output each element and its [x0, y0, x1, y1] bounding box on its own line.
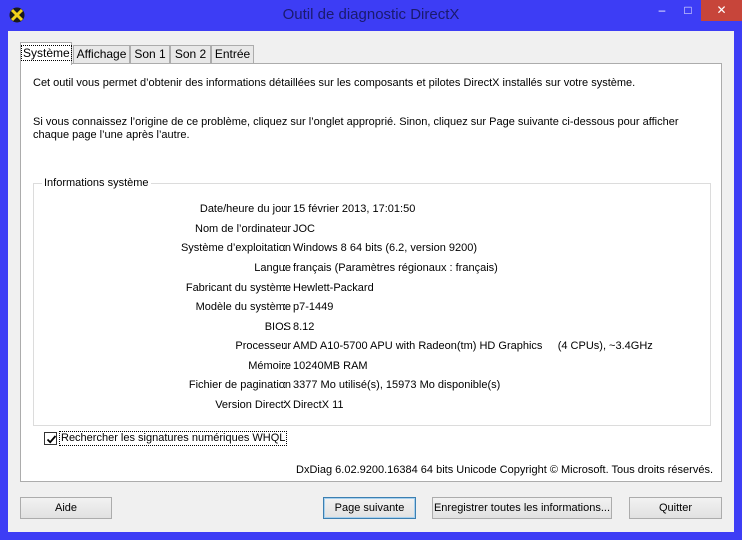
- tab-label: Système: [21, 45, 72, 61]
- info-colon: :: [283, 223, 287, 235]
- instructions-text: Si vous connaissez l’origine de ce probl…: [33, 116, 679, 141]
- tab-label: Son 2: [174, 47, 207, 61]
- client-area: Système Affichage Son 1 Son 2 Entrée Cet…: [8, 31, 734, 532]
- info-value: 8.12: [293, 321, 315, 333]
- info-value: français (Paramètres régionaux : françai…: [293, 262, 498, 274]
- next-page-button[interactable]: Page suivante: [323, 497, 416, 519]
- info-colon: :: [283, 340, 287, 352]
- save-all-info-button[interactable]: Enregistrer toutes les informations...: [432, 497, 612, 519]
- info-row-bios: BIOS : 8.12: [34, 321, 710, 335]
- tab-label: Entrée: [214, 47, 251, 61]
- help-button[interactable]: Aide: [20, 497, 112, 519]
- info-value: Hewlett-Packard: [293, 282, 374, 294]
- tab-systeme[interactable]: Système: [20, 42, 72, 65]
- minimize-button[interactable]: –: [649, 0, 675, 21]
- info-label: Nom de l’ordinateur: [195, 223, 291, 235]
- window-title: Outil de diagnostic DirectX: [282, 6, 460, 23]
- group-title: Informations système: [42, 177, 151, 189]
- info-label: Fichier de pagination: [188, 379, 291, 391]
- info-value: 10240MB RAM: [293, 360, 368, 372]
- tab-son-1[interactable]: Son 1: [130, 45, 170, 64]
- tab-son-2[interactable]: Son 2: [170, 45, 211, 64]
- minimize-icon: –: [658, 3, 666, 17]
- copyright-text: DxDiag 6.02.9200.16384 64 bits Unicode C…: [296, 464, 713, 476]
- info-colon: :: [283, 242, 287, 254]
- tab-label: Son 1: [134, 47, 166, 61]
- info-label: Version DirectX: [215, 399, 291, 411]
- maximize-icon: □: [684, 3, 692, 17]
- info-label: BIOS: [264, 321, 291, 333]
- tab-affichage[interactable]: Affichage: [73, 45, 130, 64]
- checkmark-icon: [46, 435, 57, 444]
- tab-label: Affichage: [76, 47, 127, 61]
- info-value: 3377 Mo utilisé(s), 15973 Mo disponible(…: [293, 379, 501, 391]
- info-value: DirectX 11: [293, 399, 344, 411]
- info-value: 15 février 2013, 17:01:50: [293, 203, 416, 215]
- tab-entree[interactable]: Entrée: [211, 45, 254, 64]
- info-row-model: Modèle du système : p7-1449: [34, 301, 710, 315]
- maximize-button[interactable]: □: [675, 0, 701, 21]
- info-row-directx: Version DirectX : DirectX 11: [34, 399, 710, 413]
- info-colon: :: [283, 379, 287, 391]
- info-row-computer-name: Nom de l’ordinateur : JOC: [34, 223, 710, 237]
- system-info-group: Informations système Date/heure du jour …: [33, 177, 711, 426]
- info-row-os: Système d’exploitation : Windows 8 64 bi…: [34, 242, 710, 256]
- info-colon: :: [283, 282, 287, 294]
- info-row-processor: Processeur : AMD A10-5700 APU with Radeo…: [34, 340, 710, 354]
- info-colon: :: [283, 262, 287, 274]
- info-row-memory: Mémoire : 10240MB RAM: [34, 360, 710, 374]
- whql-checkbox[interactable]: [44, 432, 57, 445]
- info-colon: :: [283, 360, 287, 372]
- whql-label[interactable]: Rechercher les signatures numériques WHQ…: [59, 431, 288, 446]
- info-row-manufacturer: Fabricant du système : Hewlett-Packard: [34, 282, 710, 296]
- systeme-panel: Cet outil vous permet d’obtenir des info…: [20, 63, 722, 482]
- quit-button[interactable]: Quitter: [629, 497, 722, 519]
- info-row-language: Langue : français (Paramètres régionaux …: [34, 262, 710, 276]
- info-colon: :: [283, 321, 287, 333]
- info-label: Fabricant du système: [185, 282, 291, 294]
- info-colon: :: [283, 203, 287, 215]
- info-row-date: Date/heure du jour : 15 février 2013, 17…: [34, 203, 710, 217]
- info-value: p7-1449: [293, 301, 334, 313]
- info-colon: :: [283, 301, 287, 313]
- info-colon: :: [283, 399, 287, 411]
- info-label: Système d’exploitation: [180, 242, 291, 254]
- close-icon: ✕: [716, 3, 727, 17]
- info-label: Modèle du système: [195, 301, 291, 313]
- info-row-pagefile: Fichier de pagination : 3377 Mo utilisé(…: [34, 379, 710, 393]
- close-button[interactable]: ✕: [701, 0, 742, 21]
- dxdiag-window: Outil de diagnostic DirectX – □ ✕ Systèm…: [0, 0, 742, 540]
- info-value: Windows 8 64 bits (6.2, version 9200): [293, 242, 478, 254]
- info-value: AMD A10-5700 APU with Radeon(tm) HD Grap…: [293, 340, 653, 352]
- info-value: JOC: [293, 223, 315, 235]
- title-bar[interactable]: Outil de diagnostic DirectX – □ ✕: [0, 0, 742, 30]
- info-label: Date/heure du jour: [199, 203, 291, 215]
- intro-text: Cet outil vous permet d’obtenir des info…: [33, 77, 636, 89]
